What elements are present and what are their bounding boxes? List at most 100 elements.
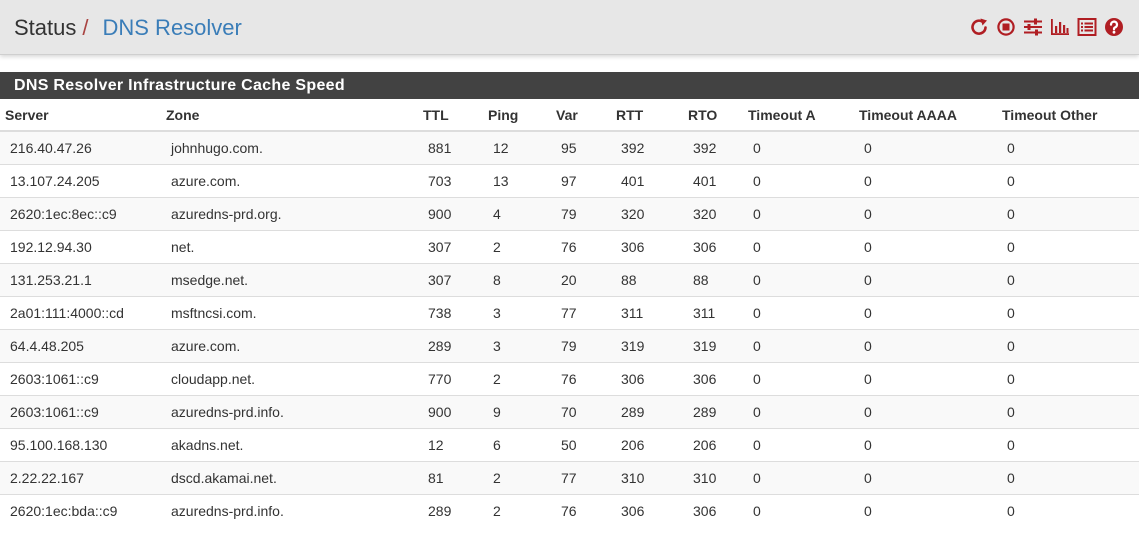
column-header-zone[interactable]: Zone bbox=[161, 99, 418, 132]
table-row: 2603:1061::c9 cloudapp.net. 770 2 76 306 306 0 0… bbox=[0, 362, 1139, 396]
column-header-var[interactable]: Var bbox=[551, 99, 611, 132]
cell-rto: 310 bbox=[683, 461, 743, 495]
cell-ttl: 12 bbox=[418, 428, 483, 462]
cell-zone: johnhugo.com. bbox=[161, 130, 418, 165]
cell-var: 77 bbox=[551, 461, 611, 495]
cache-speed-table: Server Zone TTL Ping Var RTT RTO Timeout… bbox=[0, 99, 1139, 527]
cell-server: 2603:1061::c9 bbox=[0, 362, 161, 396]
cell-timeout-other: 0 bbox=[997, 296, 1139, 330]
breadcrumb-status-link[interactable]: Status bbox=[14, 15, 76, 40]
cell-timeout-a: 0 bbox=[743, 329, 854, 363]
cell-server: 13.107.24.205 bbox=[0, 164, 161, 198]
cell-server: 2620:1ec:8ec::c9 bbox=[0, 197, 161, 231]
table-header-row: Server Zone TTL Ping Var RTT RTO Timeout… bbox=[0, 99, 1139, 132]
cell-timeout-other: 0 bbox=[997, 197, 1139, 231]
cell-ttl: 703 bbox=[418, 164, 483, 198]
cell-rto: 289 bbox=[683, 395, 743, 429]
table-row: 131.253.21.1 msedge.net. 307 8 20 88 88 0 0 0 bbox=[0, 263, 1139, 297]
cell-server: 95.100.168.130 bbox=[0, 428, 161, 462]
cell-ping: 9 bbox=[483, 395, 551, 429]
cell-ping: 2 bbox=[483, 362, 551, 396]
cell-ttl: 307 bbox=[418, 230, 483, 264]
cell-timeout-aaaa: 0 bbox=[854, 197, 997, 231]
panel-title: DNS Resolver Infrastructure Cache Speed bbox=[0, 72, 1139, 99]
column-header-server[interactable]: Server bbox=[0, 99, 161, 132]
reload-icon[interactable] bbox=[968, 16, 990, 38]
cell-server: 131.253.21.1 bbox=[0, 263, 161, 297]
cell-timeout-aaaa: 0 bbox=[854, 362, 997, 396]
cell-var: 50 bbox=[551, 428, 611, 462]
table-row: 64.4.48.205 azure.com. 289 3 79 319 319 0 0 0 bbox=[0, 329, 1139, 363]
cell-timeout-a: 0 bbox=[743, 461, 854, 495]
cell-var: 79 bbox=[551, 329, 611, 363]
cell-zone: akadns.net. bbox=[161, 428, 418, 462]
cell-timeout-aaaa: 0 bbox=[854, 263, 997, 297]
stop-icon[interactable] bbox=[995, 16, 1017, 38]
settings-sliders-icon[interactable] bbox=[1022, 16, 1044, 38]
cell-ttl: 770 bbox=[418, 362, 483, 396]
cell-rto: 401 bbox=[683, 164, 743, 198]
cell-server: 2620:1ec:bda::c9 bbox=[0, 494, 161, 527]
cell-ttl: 900 bbox=[418, 197, 483, 231]
cell-timeout-a: 0 bbox=[743, 230, 854, 264]
cell-var: 76 bbox=[551, 362, 611, 396]
cell-timeout-a: 0 bbox=[743, 395, 854, 429]
log-list-icon[interactable] bbox=[1076, 16, 1098, 38]
cell-ttl: 307 bbox=[418, 263, 483, 297]
cell-rtt: 206 bbox=[611, 428, 683, 462]
cell-rto: 88 bbox=[683, 263, 743, 297]
cell-timeout-other: 0 bbox=[997, 362, 1139, 396]
breadcrumb-current-page[interactable]: DNS Resolver bbox=[103, 15, 242, 40]
cell-server: 64.4.48.205 bbox=[0, 329, 161, 363]
cell-timeout-aaaa: 0 bbox=[854, 296, 997, 330]
column-header-timeout-a[interactable]: Timeout A bbox=[743, 99, 854, 132]
column-header-timeout-aaaa[interactable]: Timeout AAAA bbox=[854, 99, 997, 132]
cell-var: 76 bbox=[551, 230, 611, 264]
cell-var: 20 bbox=[551, 263, 611, 297]
cell-zone: msedge.net. bbox=[161, 263, 418, 297]
column-header-ping[interactable]: Ping bbox=[483, 99, 551, 132]
cell-var: 95 bbox=[551, 130, 611, 165]
cell-timeout-aaaa: 0 bbox=[854, 461, 997, 495]
cell-ping: 8 bbox=[483, 263, 551, 297]
cell-zone: dscd.akamai.net. bbox=[161, 461, 418, 495]
page: Status / DNS Resolver DNS Resolver Infra… bbox=[0, 0, 1139, 540]
cell-timeout-a: 0 bbox=[743, 296, 854, 330]
cell-server: 192.12.94.30 bbox=[0, 230, 161, 264]
column-header-rtt[interactable]: RTT bbox=[611, 99, 683, 132]
cell-timeout-aaaa: 0 bbox=[854, 395, 997, 429]
chart-icon[interactable] bbox=[1049, 16, 1071, 38]
cell-ping: 2 bbox=[483, 494, 551, 527]
cell-timeout-a: 0 bbox=[743, 197, 854, 231]
cell-var: 97 bbox=[551, 164, 611, 198]
table-row: 2.22.22.167 dscd.akamai.net. 81 2 77 310 310 0 0… bbox=[0, 461, 1139, 495]
help-icon[interactable] bbox=[1103, 16, 1125, 38]
cell-timeout-a: 0 bbox=[743, 164, 854, 198]
cell-timeout-other: 0 bbox=[997, 164, 1139, 198]
cell-zone: azure.com. bbox=[161, 164, 418, 198]
cell-rto: 392 bbox=[683, 130, 743, 165]
header-toolbar bbox=[968, 16, 1125, 38]
cell-timeout-other: 0 bbox=[997, 130, 1139, 165]
cell-rtt: 306 bbox=[611, 362, 683, 396]
cell-rtt: 306 bbox=[611, 230, 683, 264]
cell-timeout-other: 0 bbox=[997, 329, 1139, 363]
cell-ping: 6 bbox=[483, 428, 551, 462]
column-header-timeout-other[interactable]: Timeout Other bbox=[997, 99, 1139, 132]
column-header-rto[interactable]: RTO bbox=[683, 99, 743, 132]
page-header-bar: Status / DNS Resolver bbox=[0, 0, 1139, 55]
cell-timeout-a: 0 bbox=[743, 362, 854, 396]
cell-ping: 12 bbox=[483, 130, 551, 165]
cell-server: 2.22.22.167 bbox=[0, 461, 161, 495]
cell-ping: 3 bbox=[483, 296, 551, 330]
cell-timeout-a: 0 bbox=[743, 130, 854, 165]
cell-timeout-aaaa: 0 bbox=[854, 329, 997, 363]
cell-timeout-other: 0 bbox=[997, 395, 1139, 429]
cell-ttl: 81 bbox=[418, 461, 483, 495]
cell-timeout-other: 0 bbox=[997, 263, 1139, 297]
cell-var: 70 bbox=[551, 395, 611, 429]
cell-rtt: 392 bbox=[611, 130, 683, 165]
column-header-ttl[interactable]: TTL bbox=[418, 99, 483, 132]
cell-ping: 2 bbox=[483, 230, 551, 264]
cell-timeout-other: 0 bbox=[997, 428, 1139, 462]
